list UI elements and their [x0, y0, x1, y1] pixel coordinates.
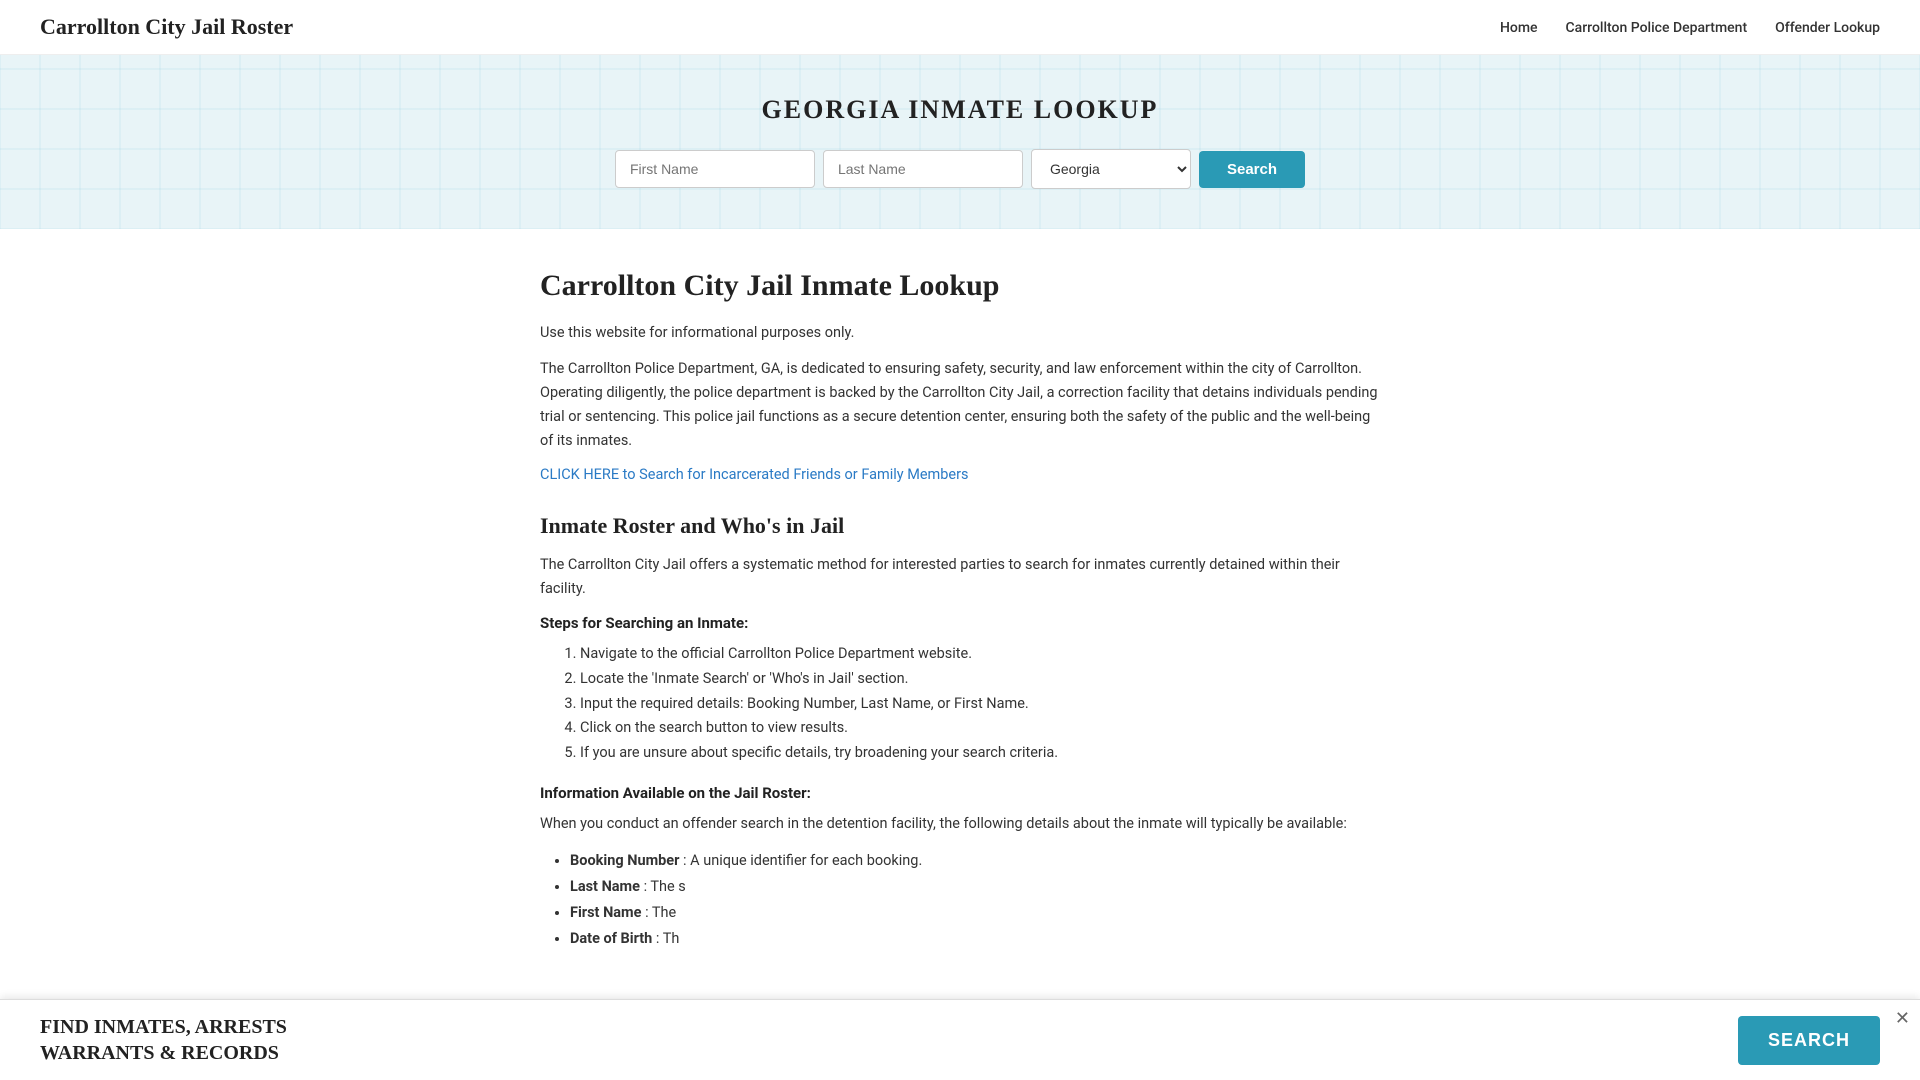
list-item: Booking Number : A unique identifier for…	[570, 848, 1380, 874]
info-label-firstname: First Name	[570, 904, 641, 921]
list-item: First Name : The	[570, 900, 1380, 926]
banner-search-button[interactable]: SEARCH	[1738, 1016, 1880, 1065]
list-item: Navigate to the official Carrollton Poli…	[580, 642, 1380, 667]
last-name-input[interactable]	[823, 150, 1023, 188]
info-text-dob: : Th	[656, 930, 679, 947]
info-text-lastname: : The s	[644, 878, 686, 895]
intro-body: The Carrollton Police Department, GA, is…	[540, 357, 1380, 453]
steps-heading: Steps for Searching an Inmate:	[540, 614, 1380, 632]
main-nav: Home Carrollton Police Department Offend…	[1500, 18, 1880, 36]
nav-offender-lookup[interactable]: Offender Lookup	[1775, 20, 1880, 36]
roster-intro: The Carrollton City Jail offers a system…	[540, 553, 1380, 601]
banner-line2: WARRANTS & RECORDS	[40, 1040, 287, 1066]
info-heading: Information Available on the Jail Roster…	[540, 784, 1380, 802]
list-item: Date of Birth : Th	[570, 926, 1380, 952]
list-item: Last Name : The s	[570, 874, 1380, 900]
info-label-dob: Date of Birth	[570, 930, 652, 947]
search-form: Georgia Alabama Florida Tennessee South …	[20, 149, 1900, 189]
list-item: Input the required details: Booking Numb…	[580, 692, 1380, 717]
list-item: Locate the 'Inmate Search' or 'Who's in …	[580, 667, 1380, 692]
click-here-link[interactable]: CLICK HERE to Search for Incarcerated Fr…	[540, 466, 969, 483]
banner-text: FIND INMATES, ARRESTS WARRANTS & RECORDS	[40, 1014, 287, 1066]
first-name-input[interactable]	[615, 150, 815, 188]
roster-heading: Inmate Roster and Who's in Jail	[540, 513, 1380, 539]
steps-list: Navigate to the official Carrollton Poli…	[540, 642, 1380, 765]
page-heading: Carrollton City Jail Inmate Lookup	[540, 269, 1380, 303]
info-text-booking: : A unique identifier for each booking.	[683, 852, 922, 869]
nav-police-dept[interactable]: Carrollton Police Department	[1566, 20, 1748, 36]
list-item: If you are unsure about specific details…	[580, 741, 1380, 766]
site-header: Carrollton City Jail Roster Home Carroll…	[0, 0, 1920, 55]
main-content: Carrollton City Jail Inmate Lookup Use t…	[510, 269, 1410, 1022]
state-select[interactable]: Georgia Alabama Florida Tennessee South …	[1031, 149, 1191, 189]
hero-search-button[interactable]: Search	[1199, 151, 1305, 188]
info-list: Booking Number : A unique identifier for…	[540, 848, 1380, 952]
nav-links: Home Carrollton Police Department Offend…	[1500, 18, 1880, 36]
bottom-banner: FIND INMATES, ARRESTS WARRANTS & RECORDS…	[0, 999, 1920, 1080]
site-title: Carrollton City Jail Roster	[40, 14, 293, 40]
hero-title: GEORGIA INMATE LOOKUP	[20, 95, 1900, 125]
hero-banner: GEORGIA INMATE LOOKUP Georgia Alabama Fl…	[0, 55, 1920, 229]
list-item: Click on the search button to view resul…	[580, 716, 1380, 741]
nav-home[interactable]: Home	[1500, 20, 1538, 36]
banner-close-button[interactable]: ✕	[1895, 1008, 1910, 1029]
intro-disclaimer: Use this website for informational purpo…	[540, 321, 1380, 345]
banner-line1: FIND INMATES, ARRESTS	[40, 1014, 287, 1040]
info-label-booking: Booking Number	[570, 852, 679, 869]
info-intro: When you conduct an offender search in t…	[540, 812, 1380, 836]
info-label-lastname: Last Name	[570, 878, 640, 895]
info-text-firstname: : The	[645, 904, 676, 921]
